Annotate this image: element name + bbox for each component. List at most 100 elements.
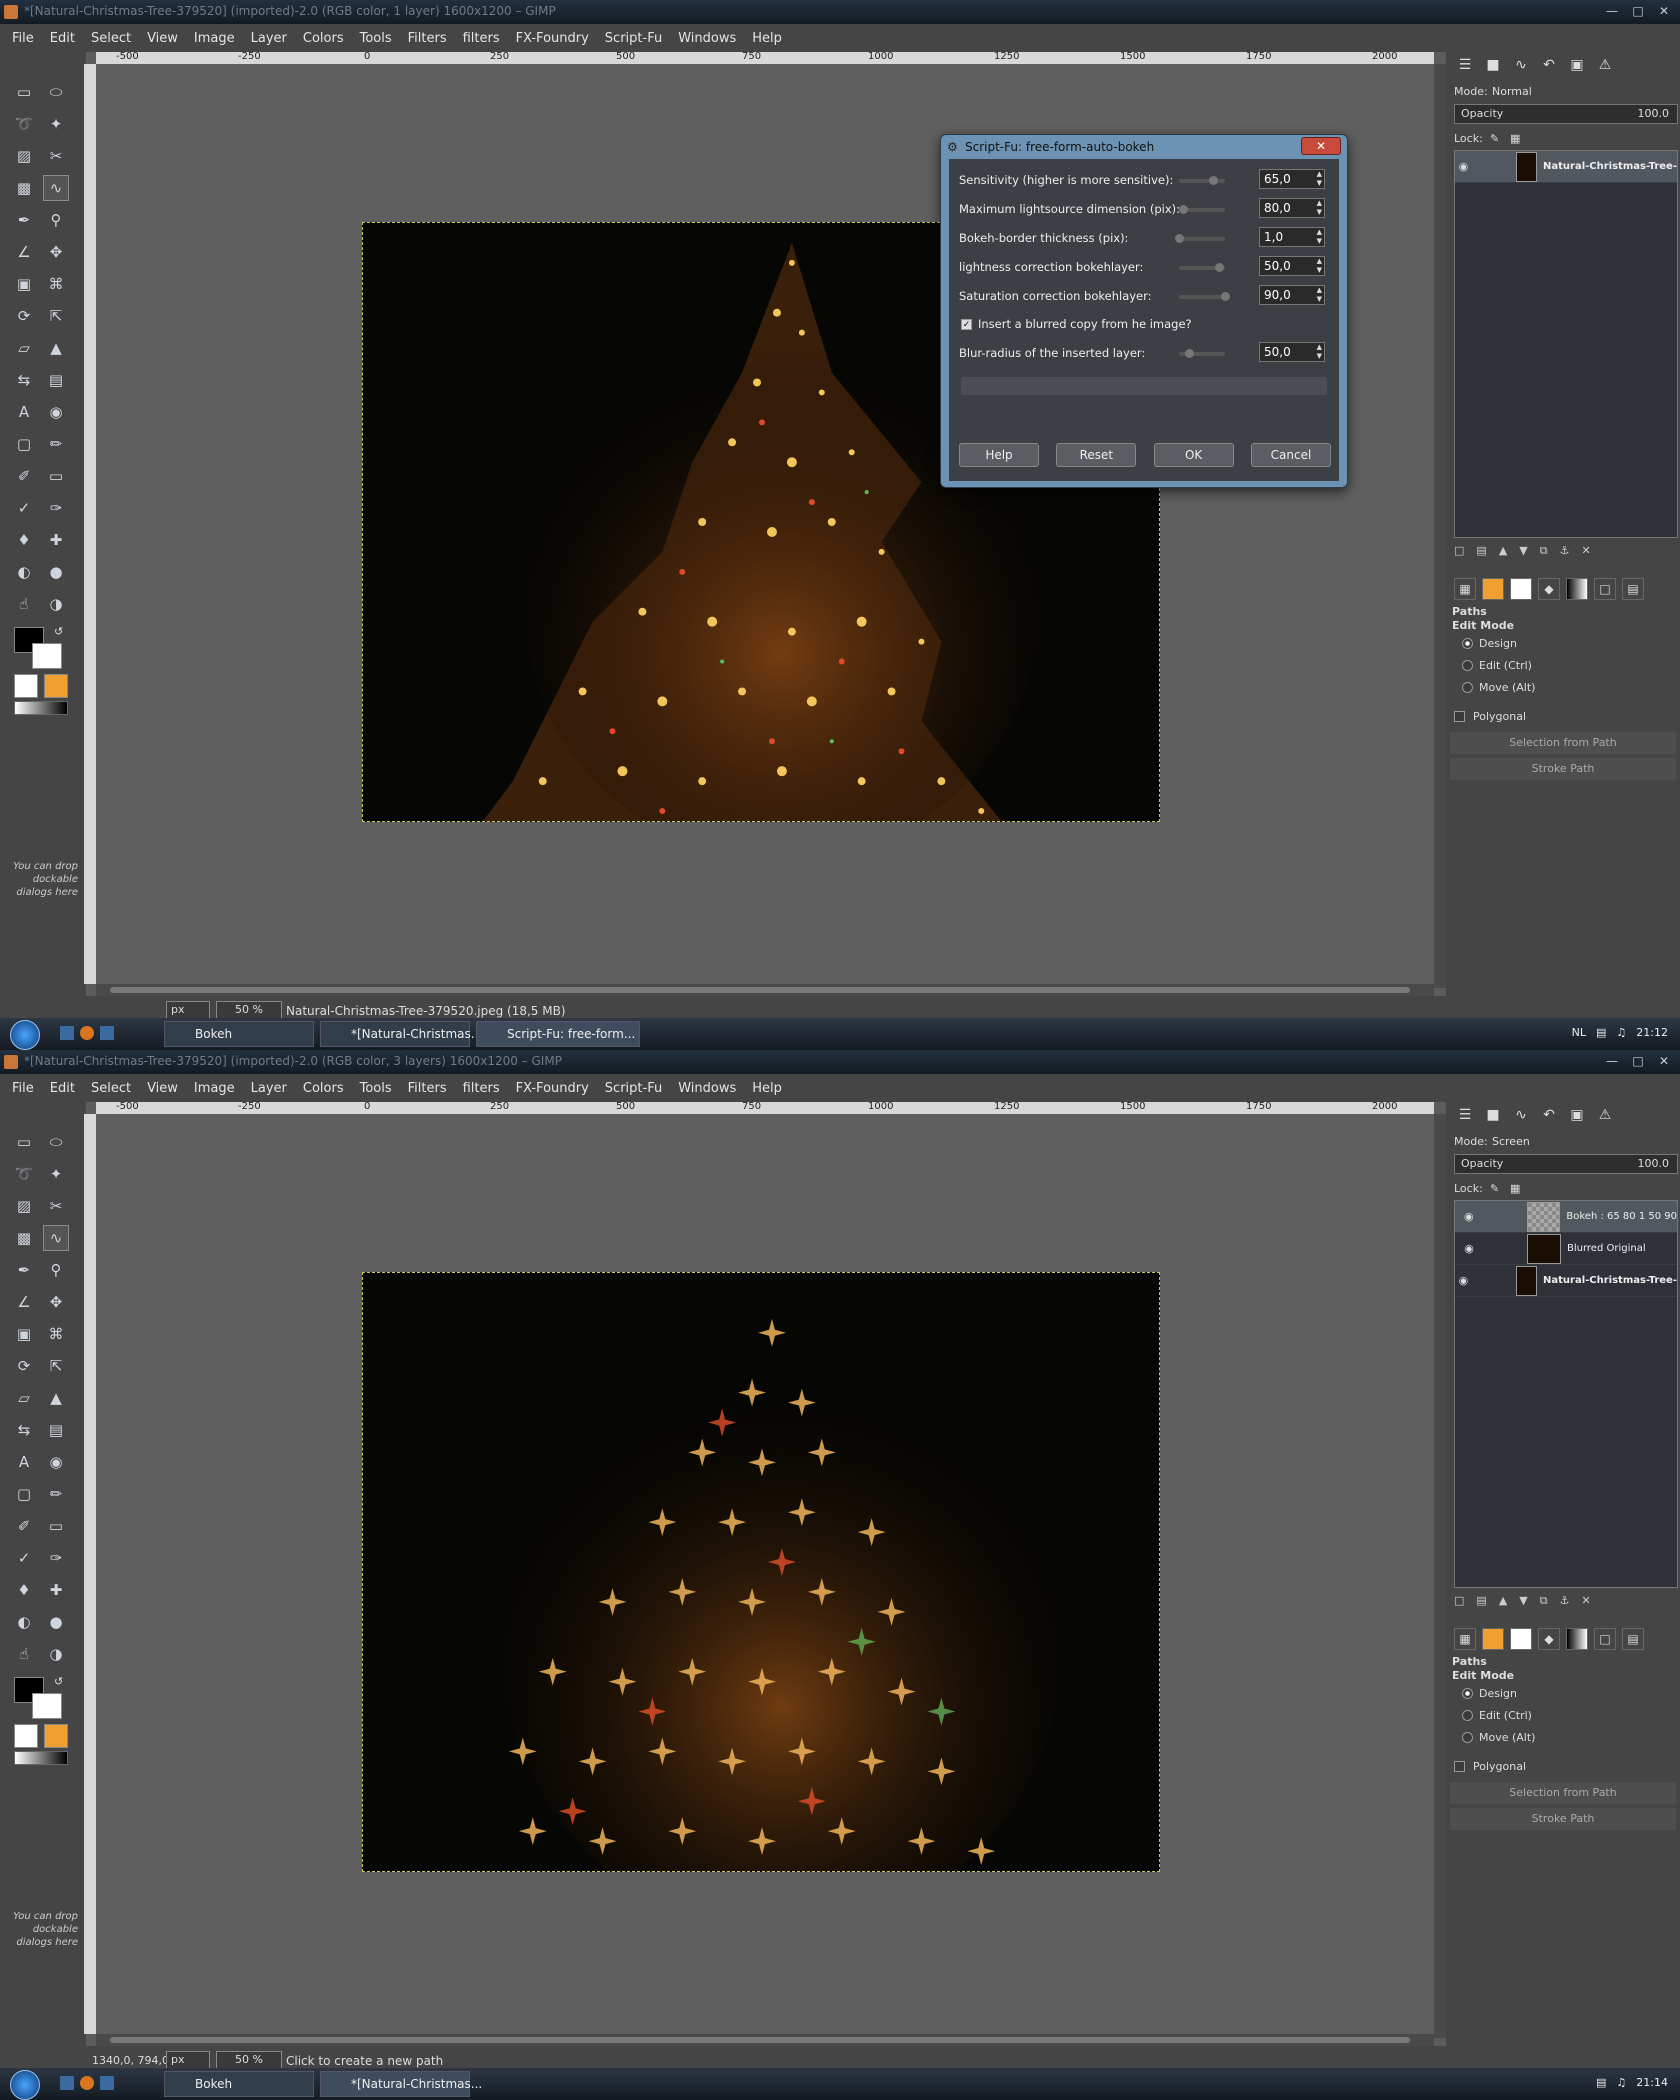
window-switch-icon[interactable] — [100, 2076, 114, 2090]
clock[interactable]: 21:12 — [1636, 1026, 1668, 1039]
opacity-slider[interactable]: Opacity 100.0 — [1454, 104, 1678, 124]
layer-group-icon[interactable]: ▤ — [1476, 544, 1486, 558]
menu-edit[interactable]: Edit — [50, 1081, 75, 1096]
dialog-cancel-button[interactable]: Cancel — [1250, 443, 1331, 467]
scale-icon[interactable]: ⇱ — [44, 1354, 68, 1378]
crop-icon[interactable]: ⌘ — [44, 1322, 68, 1346]
language-indicator[interactable]: NL — [1572, 1026, 1586, 1039]
background-color[interactable] — [32, 1693, 62, 1719]
lock-pixels-icon[interactable]: ✎ — [1490, 132, 1504, 146]
horizontal-scrollbar[interactable] — [96, 984, 1434, 996]
clone-icon[interactable]: ♦ — [12, 1578, 36, 1602]
menu-select[interactable]: Select — [91, 31, 131, 46]
layers-tab-icon[interactable]: ☰ — [1454, 54, 1476, 76]
anchor-layer-icon[interactable]: ⚓ — [1560, 544, 1570, 558]
menu-windows[interactable]: Windows — [678, 1081, 736, 1096]
menu-filters-lower[interactable]: filters — [463, 31, 500, 46]
radio-edit[interactable]: Edit (Ctrl) — [1462, 1709, 1532, 1722]
paths-tab-icon[interactable]: ∿ — [1510, 54, 1532, 76]
show-desktop-icon[interactable] — [60, 1026, 74, 1040]
taskbar-item[interactable]: Bokeh — [164, 1021, 314, 1047]
unit-select[interactable]: px — [166, 1001, 210, 1019]
layer-row[interactable]: ◉ Blurred Original — [1455, 1233, 1677, 1265]
heal-icon[interactable]: ✚ — [44, 528, 68, 552]
pencil-icon[interactable]: ✏ — [44, 432, 68, 456]
raise-layer-icon[interactable]: ▲ — [1499, 1594, 1507, 1608]
menu-view[interactable]: View — [147, 31, 178, 46]
rotate-icon[interactable]: ⟳ — [12, 1354, 36, 1378]
color-swatches[interactable]: ↺ — [14, 1675, 70, 1721]
color-swatches[interactable]: ↺ — [14, 625, 70, 671]
warning-icon[interactable]: ⚠ — [1594, 54, 1616, 76]
pattern-preview[interactable] — [44, 1724, 68, 1748]
saturation-slider[interactable] — [1179, 292, 1230, 301]
blur-icon[interactable]: ● — [44, 1610, 68, 1634]
shear-icon[interactable]: ▱ — [12, 1386, 36, 1410]
pattern-tab-icon[interactable]: ◆ — [1538, 578, 1560, 600]
fuzzy-select-icon[interactable]: ✦ — [44, 112, 68, 136]
mode-value[interactable]: Screen — [1492, 1135, 1530, 1148]
layer-row[interactable]: ◉ Natural-Christmas-Tree- — [1455, 1265, 1677, 1297]
menu-colors[interactable]: Colors — [303, 31, 344, 46]
image-canvas[interactable] — [96, 1114, 1434, 2034]
taskbar-item[interactable]: *[Natural-Christmas... — [320, 2071, 482, 2097]
dialog-reset-button[interactable]: Reset — [1056, 443, 1137, 467]
zoom-select[interactable]: 50 % — [216, 2051, 282, 2069]
eye-icon[interactable]: ◉ — [1455, 160, 1472, 173]
stroke-path-button[interactable]: Stroke Path — [1450, 758, 1676, 780]
unit-select[interactable]: px — [166, 2051, 210, 2069]
mode-row[interactable]: Mode: Screen — [1454, 1135, 1530, 1148]
zoom-icon[interactable]: ⚲ — [44, 1258, 68, 1282]
channels-tab-icon[interactable]: ■ — [1482, 54, 1504, 76]
blur-radius-slider[interactable] — [1179, 349, 1225, 358]
blur-radius-input[interactable]: 50,0 ▲ ▼ — [1259, 342, 1325, 362]
fuzzy-select-icon[interactable]: ✦ — [44, 1162, 68, 1186]
border-thickness-input[interactable]: 1,0 ▲ ▼ — [1259, 227, 1325, 247]
paintbrush-icon[interactable]: ✐ — [12, 1514, 36, 1538]
opacity-slider[interactable]: Opacity 100.0 — [1454, 1154, 1678, 1174]
gradient-preview[interactable] — [14, 701, 68, 715]
blur-icon[interactable]: ● — [44, 560, 68, 584]
menu-select[interactable]: Select — [91, 1081, 131, 1096]
brush-preview[interactable] — [14, 1724, 38, 1748]
vertical-scrollbar[interactable] — [1434, 64, 1446, 988]
menu-script-fu[interactable]: Script-Fu — [605, 1081, 662, 1096]
pencil-icon[interactable]: ✏ — [44, 1482, 68, 1506]
radio-move[interactable]: Move (Alt) — [1462, 681, 1535, 694]
undo-tab-icon[interactable]: ↶ — [1538, 54, 1560, 76]
measure-icon[interactable]: ∠ — [12, 1290, 36, 1314]
perspective-icon[interactable]: ▲ — [44, 336, 68, 360]
menu-file[interactable]: File — [12, 31, 34, 46]
maximize-button[interactable]: □ — [1626, 1052, 1650, 1070]
selection-from-path-button[interactable]: Selection from Path — [1450, 1782, 1676, 1804]
foreground-select-icon[interactable]: ▩ — [12, 176, 36, 200]
clone-icon[interactable]: ♦ — [12, 528, 36, 552]
border-thickness-slider[interactable] — [1175, 234, 1225, 243]
mode-row[interactable]: Mode: Normal — [1454, 85, 1532, 98]
menu-help[interactable]: Help — [752, 31, 782, 46]
text-icon[interactable]: A — [12, 1450, 36, 1474]
layer-group-icon[interactable]: ▤ — [1476, 1594, 1486, 1608]
pattern-preview[interactable] — [44, 674, 68, 698]
blend-icon[interactable]: ▢ — [12, 432, 36, 456]
close-button[interactable]: ✕ — [1652, 1052, 1676, 1070]
tool-options-tab-icon[interactable]: ▦ — [1454, 578, 1476, 600]
rect-select-icon[interactable]: ▭ — [12, 1130, 36, 1154]
scissors-icon[interactable]: ✂ — [44, 1194, 68, 1218]
menu-image[interactable]: Image — [194, 1081, 235, 1096]
ink-icon[interactable]: ✑ — [44, 1546, 68, 1570]
raise-layer-icon[interactable]: ▲ — [1499, 544, 1507, 558]
firefox-icon[interactable] — [80, 1026, 94, 1040]
stroke-path-button[interactable]: Stroke Path — [1450, 1808, 1676, 1830]
swap-colors-icon[interactable]: ↺ — [54, 625, 63, 638]
measure-icon[interactable]: ∠ — [12, 240, 36, 264]
scissors-icon[interactable]: ✂ — [44, 144, 68, 168]
menu-tools[interactable]: Tools — [360, 31, 392, 46]
zoom-icon[interactable]: ⚲ — [44, 208, 68, 232]
warning-icon[interactable]: ⚠ — [1594, 1104, 1616, 1126]
paths-tab-icon[interactable]: ∿ — [1510, 1104, 1532, 1126]
fg-color-tab-icon[interactable] — [1482, 1628, 1504, 1650]
sensitivity-slider[interactable] — [1179, 176, 1225, 185]
bokeh-tree-image[interactable] — [362, 1272, 1160, 1872]
color-picker-icon[interactable]: ✒ — [12, 208, 36, 232]
